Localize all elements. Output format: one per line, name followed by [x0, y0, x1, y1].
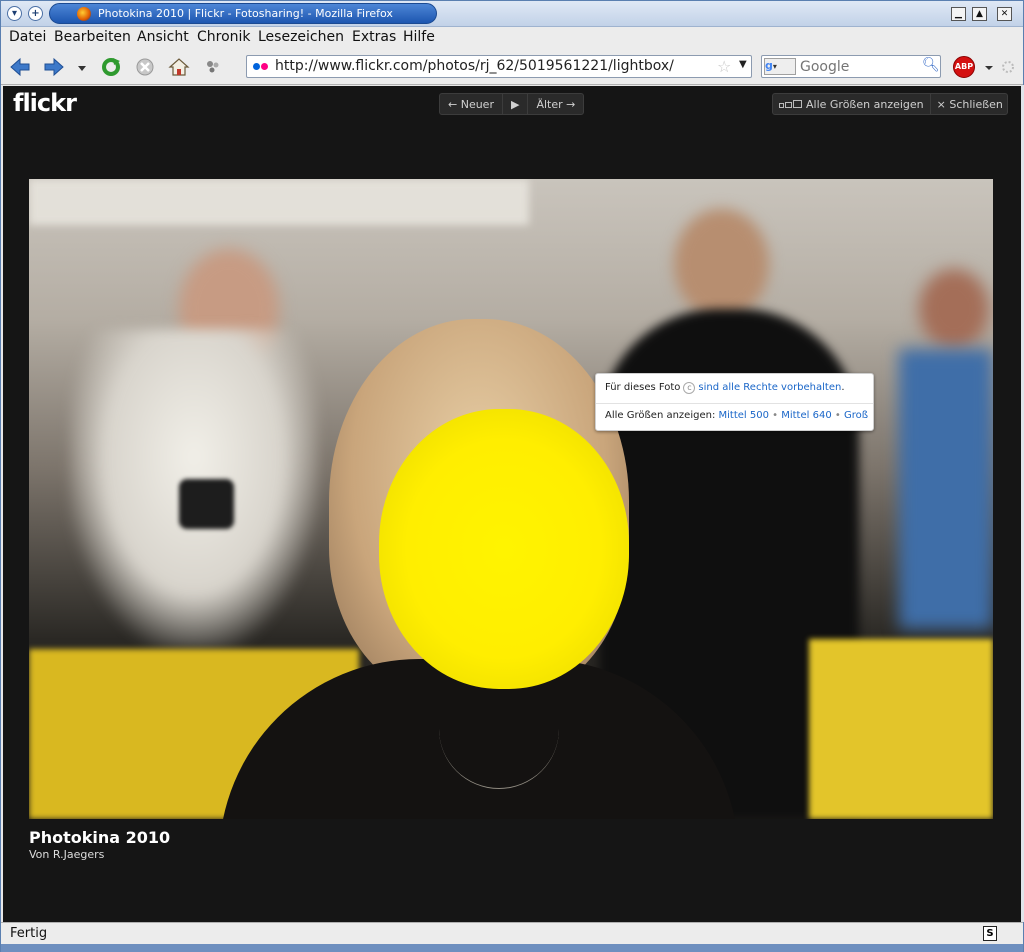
play-button[interactable]: ▶: [503, 94, 529, 114]
window-bottom-border: [1, 944, 1023, 952]
flickr-logo[interactable]: flickr: [13, 89, 77, 117]
search-engine-selector[interactable]: g▾: [764, 58, 796, 75]
menu-ansicht[interactable]: Ansicht: [137, 29, 189, 45]
menu-extras[interactable]: Extras: [352, 29, 396, 45]
throbber-icon: [1002, 61, 1014, 73]
window-title-pill: Photokina 2010 | Flickr - Fotosharing! -…: [49, 3, 437, 24]
navigation-toolbar: http://www.flickr.com/photos/rj_62/50195…: [1, 50, 1023, 85]
older-button[interactable]: Älter →: [528, 94, 583, 114]
stop-icon[interactable]: [134, 57, 156, 77]
photo-info-popup: Für dieses Foto c sind alle Rechte vorbeha…: [595, 373, 874, 431]
flickr-favicon-icon: [253, 63, 269, 71]
dot-separator: •: [772, 410, 779, 421]
abp-dropdown-icon[interactable]: [983, 57, 995, 77]
window-title: Photokina 2010 | Flickr - Fotosharing! -…: [98, 7, 393, 20]
flickr-lightbox: flickr ← Neuer ▶ Älter → Alle Größen anz…: [3, 86, 1021, 922]
adblock-plus-icon[interactable]: ABP: [953, 56, 975, 78]
reload-icon[interactable]: [100, 57, 122, 77]
bookmark-star-icon[interactable]: ☆: [717, 57, 731, 76]
rights-row: Für dieses Foto c sind alle Rechte vorbeha…: [605, 382, 845, 394]
minimize-button[interactable]: ▁: [951, 7, 966, 21]
rights-prefix: Für dieses Foto: [605, 382, 681, 393]
newer-button[interactable]: ← Neuer: [440, 94, 503, 114]
search-bar: g▾ 🔍︎: [761, 55, 941, 78]
size-medium-640-link[interactable]: Mittel 640: [781, 410, 831, 421]
photo-pager: ← Neuer ▶ Älter →: [439, 93, 584, 115]
window-menu-icon[interactable]: ▾: [7, 6, 22, 21]
history-dropdown-icon[interactable]: [75, 57, 89, 77]
close-window-button[interactable]: ✕: [997, 7, 1012, 21]
menu-datei[interactable]: Datei: [9, 29, 46, 45]
main-photo[interactable]: [29, 179, 993, 819]
bookmark-sidebar-icon[interactable]: [202, 57, 224, 77]
url-bar[interactable]: http://www.flickr.com/photos/rj_62/50195…: [246, 55, 752, 78]
menu-hilfe[interactable]: Hilfe: [403, 29, 435, 45]
search-icon[interactable]: 🔍︎: [922, 57, 940, 73]
menu-bar: Datei Bearbeiten Ansicht Chronik Lesezei…: [1, 27, 1023, 50]
copyright-icon: c: [683, 382, 696, 394]
new-tab-icon[interactable]: +: [28, 6, 43, 21]
face-blur-overlay: [379, 409, 629, 689]
title-bar: ▾ + Photokina 2010 | Flickr - Fotosharin…: [1, 1, 1023, 27]
all-sizes-button[interactable]: Alle Größen anzeigen: [773, 94, 931, 114]
rights-link[interactable]: sind alle Rechte vorbehalten: [698, 382, 841, 393]
dot-separator: •: [834, 410, 841, 421]
home-icon[interactable]: [168, 57, 190, 77]
photo-author[interactable]: Von R.Jaegers: [29, 848, 104, 861]
status-bar: Fertig S: [1, 922, 1023, 944]
close-lightbox-button[interactable]: × Schließen: [931, 94, 1009, 114]
all-sizes-label: Alle Größen anzeigen: [806, 97, 924, 111]
maximize-button[interactable]: ▲: [972, 7, 987, 21]
menu-bearbeiten[interactable]: Bearbeiten: [54, 29, 131, 45]
url-text[interactable]: http://www.flickr.com/photos/rj_62/50195…: [275, 58, 674, 74]
back-arrow-icon[interactable]: [9, 57, 31, 77]
size-large-link[interactable]: Groß: [844, 410, 868, 421]
url-dropdown-icon[interactable]: ▼: [739, 59, 747, 70]
lightbox-actions: Alle Größen anzeigen × Schließen: [772, 93, 1008, 115]
search-input[interactable]: [800, 58, 920, 75]
sizes-prefix: Alle Größen anzeigen:: [605, 410, 716, 421]
addon-s-icon[interactable]: S: [983, 926, 997, 941]
status-text: Fertig: [10, 926, 48, 941]
sizes-row: Alle Größen anzeigen: Mittel 500 • Mitte…: [605, 410, 868, 421]
firefox-icon: [77, 7, 91, 21]
browser-window: ▾ + Photokina 2010 | Flickr - Fotosharin…: [0, 0, 1024, 952]
menu-lesezeichen[interactable]: Lesezeichen: [258, 29, 344, 45]
forward-arrow-icon[interactable]: [43, 57, 65, 77]
sizes-icon: [779, 100, 802, 108]
menu-chronik[interactable]: Chronik: [197, 29, 251, 45]
photo-title: Photokina 2010: [29, 828, 171, 847]
flickr-logo-text: flickr: [13, 89, 77, 117]
size-medium-500-link[interactable]: Mittel 500: [719, 410, 769, 421]
rights-period: .: [841, 382, 845, 393]
